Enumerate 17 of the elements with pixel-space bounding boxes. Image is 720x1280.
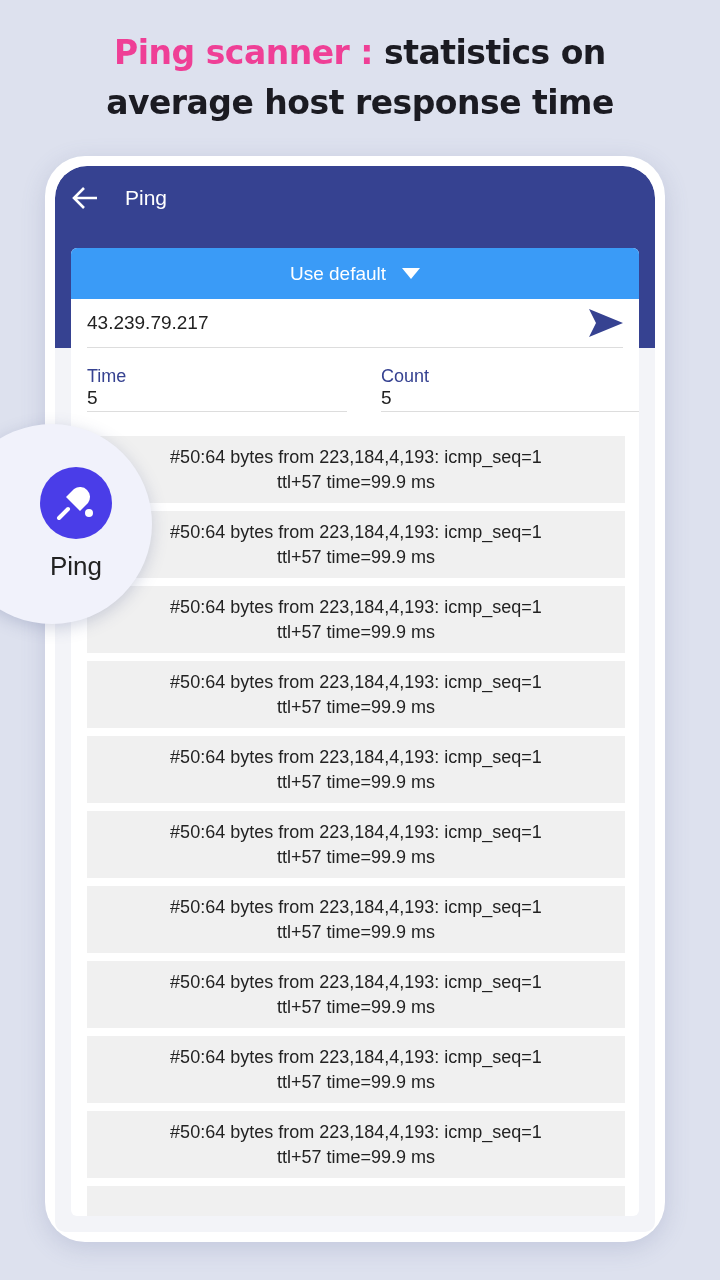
send-icon[interactable] xyxy=(589,309,623,337)
feature-label: Ping xyxy=(49,550,102,582)
ping-result-row: #50:64 bytes from 223,184,4,193: icmp_seq=1 ttl+57 time=99.9 ms xyxy=(87,961,625,1028)
ping-result-row: #50:64 bytes from 223,184,4,193: icmp_seq=1 ttl+57 time=99.9 ms xyxy=(87,1111,625,1178)
ping-result-row: #50:64 bytes from 223,184,4,193: icmp_seq=1 ttl+57 time=99.9 ms xyxy=(87,886,625,953)
ping-result-row: #50:64 bytes from 223,184,4,193: icmp_seq=1 ttl+57 time=99.9 ms xyxy=(87,736,625,803)
ping-result-row: #50:64 bytes from 223,184,4,193: icmp_seq=1 ttl+57 time=99.9 ms xyxy=(87,1036,625,1103)
ping-pong-paddle-icon xyxy=(40,466,112,539)
ping-result-row: #50:64 bytes from 223,184,4,193: icmp_seq=1 ttl+57 time=99.9 ms xyxy=(87,811,625,878)
ping-result-row: #50:64 bytes from 223,184,4,193: icmp_seq=1 ttl+57 time=99.9 ms xyxy=(87,586,625,653)
app-bar-title: Ping xyxy=(125,186,168,210)
headline: Ping scanner : statistics on average host response time xyxy=(105,32,615,124)
ping-result-row: #50:64 bytes from 223,184,4,193: icmp_seq=1 ttl+57 time=99.9 ms xyxy=(87,661,625,728)
number-field[interactable]: Count 5 xyxy=(381,366,639,412)
number-field[interactable]: Time 5 xyxy=(87,366,347,412)
back-arrow-icon[interactable] xyxy=(71,186,99,210)
caret-icon xyxy=(402,268,421,279)
